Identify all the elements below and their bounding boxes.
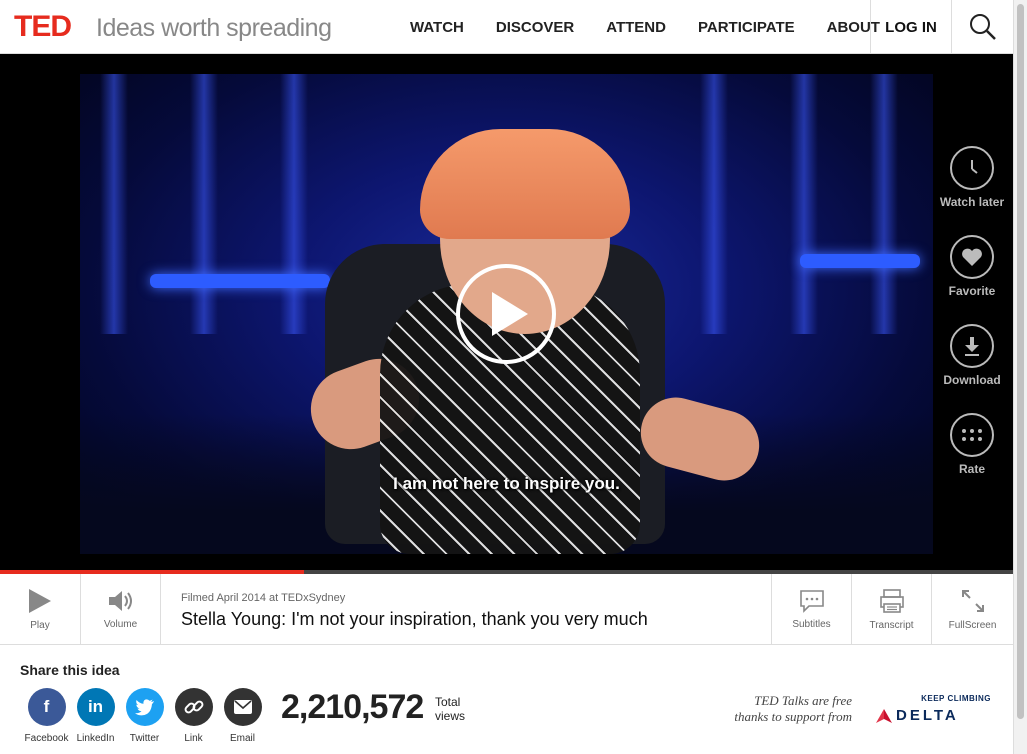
ted-logo[interactable]: TED: [14, 10, 72, 44]
login-button[interactable]: LOG IN: [870, 0, 952, 54]
email-icon: [223, 688, 262, 726]
sponsor-line-2: thanks to support from: [734, 709, 852, 724]
views-label-views: views: [435, 709, 466, 723]
views-label-total: Total: [435, 695, 461, 709]
transcript-button[interactable]: Transcript: [852, 574, 932, 645]
delta-widget-icon: [876, 708, 892, 723]
site-header: TED Ideas worth spreading WATCH DISCOVER…: [0, 0, 1013, 54]
stage-bench: [150, 274, 330, 288]
stage-light: [870, 74, 898, 334]
share-label: Link: [184, 733, 203, 744]
talk-info: Filmed April 2014 at TEDxSydney Stella Y…: [181, 592, 648, 630]
volume-icon: [108, 591, 132, 611]
search-button[interactable]: [952, 0, 1013, 54]
scrollbar-thumb[interactable]: [1017, 4, 1024, 719]
watch-later-label: Watch later: [939, 195, 1005, 209]
share-label: Facebook: [24, 733, 69, 744]
speaker-hair: [420, 129, 630, 239]
stage-light: [700, 74, 728, 334]
download-button[interactable]: Download: [936, 324, 1008, 413]
twitter-icon: [125, 688, 164, 726]
sponsor-name: DELTA: [896, 707, 959, 724]
search-icon: [969, 14, 996, 40]
volume-button[interactable]: Volume: [81, 574, 161, 645]
stage-light: [280, 74, 308, 334]
share-label: Twitter: [129, 733, 160, 744]
linkedin-icon: in: [76, 688, 115, 726]
filmed-info: Filmed April 2014 at TEDxSydney: [181, 592, 346, 604]
subtitles-label: Subtitles: [792, 619, 831, 630]
subtitles-icon: [799, 590, 824, 613]
share-linkedin-button[interactable]: in LinkedIn: [71, 688, 120, 744]
transcript-icon: [879, 589, 904, 613]
clock-icon: [971, 160, 978, 174]
play-icon: [29, 589, 51, 613]
facebook-icon: f: [27, 688, 66, 726]
view-count: 2,210,572: [281, 688, 424, 726]
play-label: Play: [30, 620, 50, 631]
subtitles-button[interactable]: Subtitles: [771, 574, 852, 645]
share-email-button[interactable]: Email: [218, 688, 267, 744]
side-actions: Watch later Favorite Download Rate: [936, 146, 1008, 502]
fullscreen-icon: [961, 590, 984, 612]
subtitle-caption: I am not here to inspire you.: [393, 474, 620, 493]
tagline: Ideas worth spreading: [96, 14, 332, 42]
video-stage: I am not here to inspire you. Watch late…: [0, 54, 1013, 570]
video-frame[interactable]: I am not here to inspire you.: [80, 74, 933, 554]
play-button[interactable]: Play: [0, 574, 81, 645]
favorite-button[interactable]: Favorite: [936, 235, 1008, 324]
stage-bench: [800, 254, 920, 268]
view-count-label: Total views: [435, 695, 465, 723]
stage-light: [100, 74, 128, 334]
share-buttons: f Facebook in LinkedIn Twitter Link Emai…: [22, 688, 267, 744]
download-icon: [965, 337, 979, 356]
volume-label: Volume: [103, 619, 138, 630]
main-nav: WATCH DISCOVER ATTEND PARTICIPATE ABOUT: [394, 0, 896, 54]
sponsor-text: TED Talks are free thanks to support fro…: [700, 693, 852, 725]
link-icon: [174, 688, 213, 726]
play-icon: [492, 292, 528, 336]
watch-later-button[interactable]: Watch later: [936, 146, 1008, 235]
stage-light: [790, 74, 818, 334]
share-facebook-button[interactable]: f Facebook: [22, 688, 71, 744]
nav-watch[interactable]: WATCH: [394, 0, 480, 54]
player-controls: Play Volume Filmed April 2014 at TEDxSyd…: [0, 574, 1013, 645]
nav-participate[interactable]: PARTICIPATE: [682, 0, 811, 54]
fullscreen-button[interactable]: FullScreen: [932, 574, 1013, 645]
favorite-label: Favorite: [948, 284, 996, 298]
stage-light: [190, 74, 218, 334]
sponsor-tagline: KEEP CLIMBING: [921, 694, 991, 703]
play-overlay-button[interactable]: [456, 264, 556, 364]
page-scrollbar[interactable]: [1013, 0, 1027, 754]
delta-sponsor-logo[interactable]: KEEP CLIMBING DELTA: [876, 694, 996, 724]
talk-title: Stella Young: I'm not your inspiration, …: [181, 609, 648, 629]
transcript-label: Transcript: [869, 620, 914, 631]
share-twitter-button[interactable]: Twitter: [120, 688, 169, 744]
share-label: Email: [229, 733, 255, 744]
more-dots-icon: [962, 429, 982, 441]
download-label: Download: [943, 373, 1001, 387]
nav-discover[interactable]: DISCOVER: [480, 0, 590, 54]
heart-icon: [962, 248, 982, 266]
rate-button[interactable]: Rate: [936, 413, 1008, 502]
share-link-button[interactable]: Link: [169, 688, 218, 744]
share-label: LinkedIn: [76, 733, 115, 744]
rate-label: Rate: [958, 462, 985, 476]
nav-attend[interactable]: ATTEND: [590, 0, 682, 54]
fullscreen-label: FullScreen: [948, 620, 997, 631]
sponsor-line-1: TED Talks are free: [754, 693, 852, 708]
share-heading: Share this idea: [20, 662, 120, 678]
